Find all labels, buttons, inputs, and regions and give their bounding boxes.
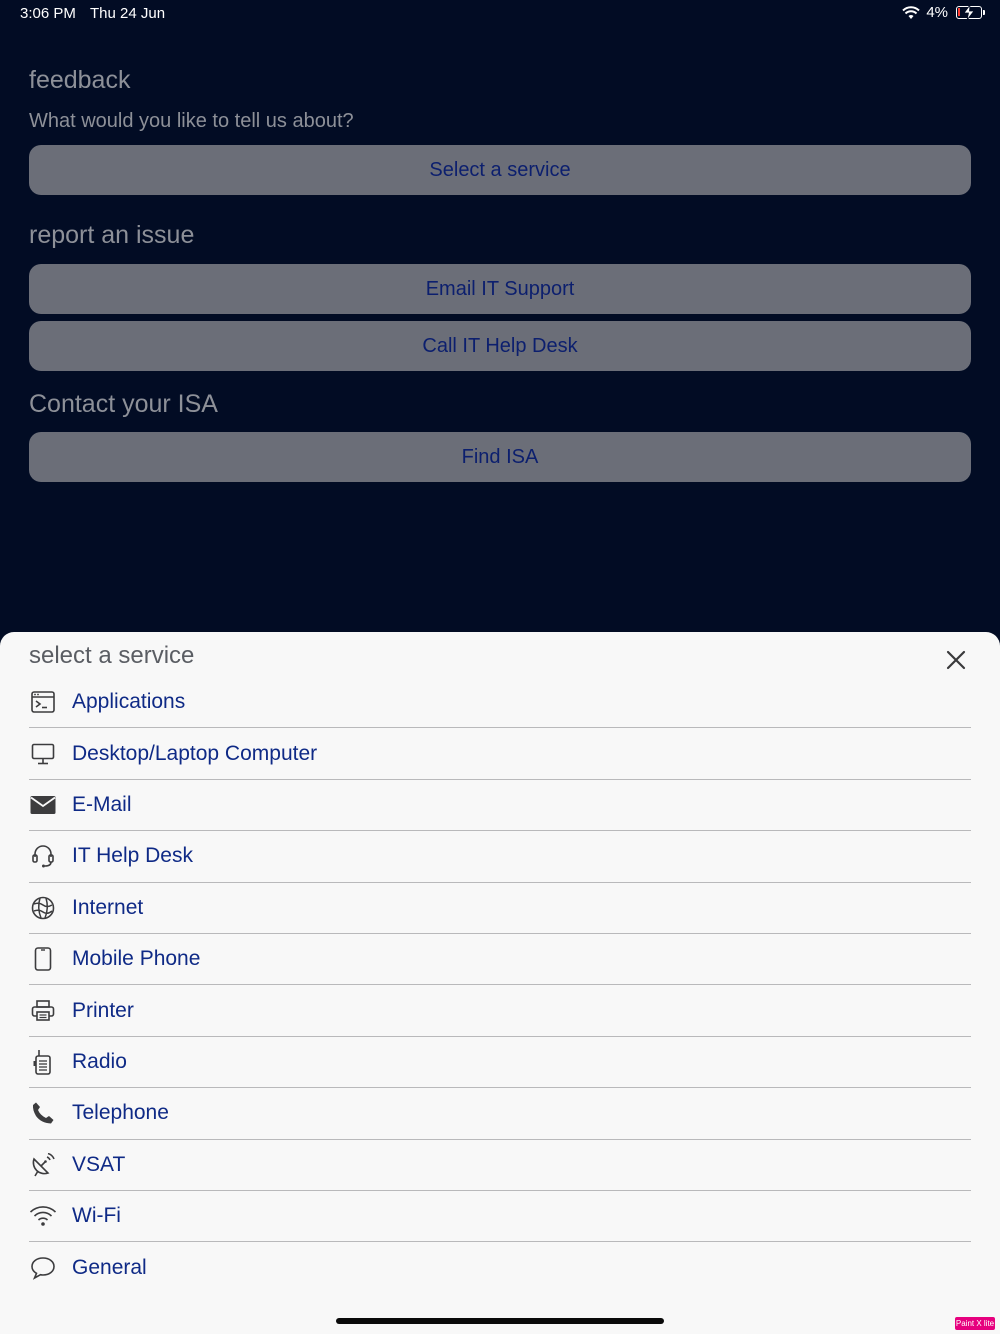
service-list: Applications Desktop/Laptop Computer E-M… (29, 677, 971, 1294)
wifi-icon (29, 1202, 57, 1230)
radio-icon (29, 1048, 57, 1076)
report-issue-heading: report an issue (29, 221, 195, 249)
service-item-desktop-laptop[interactable]: Desktop/Laptop Computer (29, 728, 971, 780)
battery-icon (956, 5, 985, 20)
find-isa-button[interactable]: Find ISA (29, 432, 971, 482)
battery-percent: 4% (926, 4, 948, 21)
select-service-button[interactable]: Select a service (29, 145, 971, 195)
service-item-general[interactable]: General (29, 1242, 971, 1293)
service-item-mobile-phone[interactable]: Mobile Phone (29, 934, 971, 986)
service-label: General (72, 1255, 147, 1279)
service-item-email[interactable]: E-Mail (29, 780, 971, 832)
service-item-telephone[interactable]: Telephone (29, 1088, 971, 1140)
mobile-phone-icon (29, 945, 57, 973)
service-item-it-help-desk[interactable]: IT Help Desk (29, 831, 971, 883)
call-it-help-desk-button[interactable]: Call IT Help Desk (29, 321, 971, 371)
service-label: E-Mail (72, 792, 132, 816)
close-icon (946, 650, 966, 670)
satellite-dish-icon (29, 1151, 57, 1179)
printer-icon (29, 997, 57, 1025)
home-indicator[interactable] (336, 1318, 664, 1324)
service-label: Internet (72, 895, 144, 919)
email-it-support-button[interactable]: Email IT Support (29, 264, 971, 314)
service-label: Wi-Fi (72, 1204, 121, 1228)
service-label: IT Help Desk (72, 844, 193, 868)
speech-bubble-icon (29, 1254, 57, 1282)
service-label: Radio (72, 1049, 127, 1073)
status-date: Thu 24 Jun (90, 5, 166, 22)
status-indicators: 4% (902, 4, 985, 21)
wifi-status-icon (902, 5, 921, 20)
service-item-radio[interactable]: Radio (29, 1037, 971, 1089)
service-item-vsat[interactable]: VSAT (29, 1140, 971, 1191)
status-time: 3:06 PM (20, 5, 76, 22)
service-item-applications[interactable]: Applications (29, 677, 971, 729)
watermark-badge: Paint X lite (955, 1317, 995, 1330)
contact-isa-heading: Contact your ISA (29, 390, 218, 418)
feedback-heading: feedback (29, 66, 131, 94)
status-bar: 3:06 PM Thu 24 Jun 4% (0, 0, 1000, 28)
envelope-icon (29, 791, 57, 819)
service-label: Telephone (72, 1101, 169, 1125)
service-label: Desktop/Laptop Computer (72, 741, 318, 765)
close-button[interactable] (942, 646, 970, 674)
desktop-icon (29, 740, 57, 768)
service-item-printer[interactable]: Printer (29, 985, 971, 1037)
service-label: VSAT (72, 1152, 126, 1176)
headset-icon (29, 842, 57, 870)
feedback-prompt: What would you like to tell us about? (29, 110, 354, 132)
service-item-wifi[interactable]: Wi-Fi (29, 1191, 971, 1243)
globe-icon (29, 894, 57, 922)
service-label: Applications (72, 690, 186, 714)
service-label: Mobile Phone (72, 947, 201, 971)
service-selection-sheet: select a service Applications Desktop/La… (0, 632, 1000, 1334)
service-label: Printer (72, 998, 134, 1022)
terminal-window-icon (29, 688, 57, 716)
service-item-internet[interactable]: Internet (29, 883, 971, 934)
telephone-icon (29, 1099, 57, 1127)
sheet-title: select a service (29, 642, 195, 669)
